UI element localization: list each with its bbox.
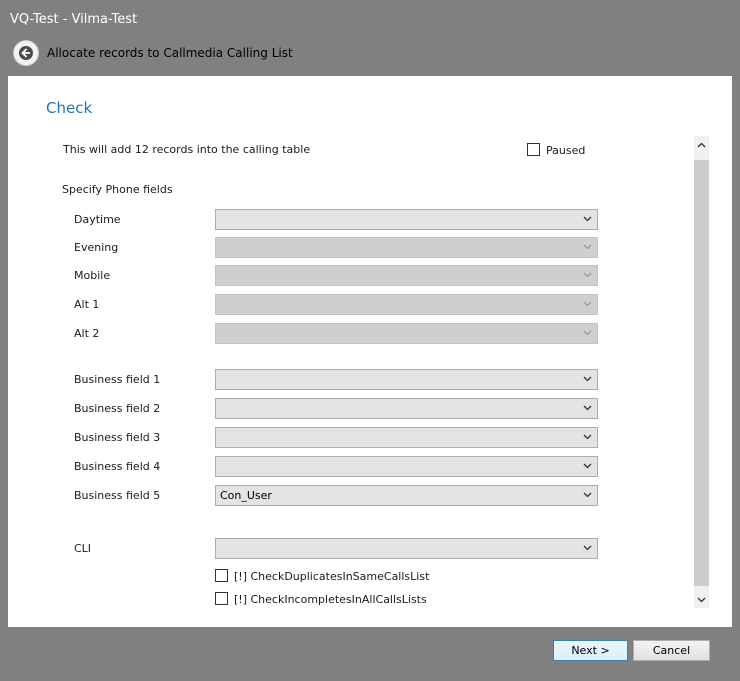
- vertical-scrollbar[interactable]: [694, 136, 709, 608]
- business-field-1-dropdown[interactable]: [215, 369, 598, 390]
- cli-label: CLI: [74, 542, 92, 555]
- cli-dropdown[interactable]: [215, 538, 598, 559]
- scroll-down-button[interactable]: [694, 591, 709, 608]
- phone-field-label-evening: Evening: [74, 241, 119, 254]
- scroll-up-button[interactable]: [694, 136, 709, 153]
- chevron-down-icon: [583, 216, 592, 222]
- business-field-label-3: Business field 3: [74, 431, 161, 444]
- chevron-down-icon: [583, 330, 592, 336]
- cancel-button[interactable]: Cancel: [633, 640, 710, 661]
- back-button[interactable]: [13, 40, 39, 66]
- check-duplicates-checkbox[interactable]: [215, 569, 228, 582]
- chevron-down-icon: [697, 597, 706, 602]
- wizard-title: Allocate records to Callmedia Calling Li…: [47, 46, 293, 60]
- phone-field-alt2-dropdown[interactable]: [215, 323, 598, 344]
- check-duplicates-label: [!] CheckDuplicatesInSameCallsList: [234, 570, 430, 583]
- phone-field-label-alt1: Alt 1: [74, 298, 100, 311]
- chevron-down-icon: [583, 244, 592, 250]
- paused-label: Paused: [546, 144, 586, 157]
- combo-value: Con_User: [220, 489, 272, 502]
- info-text: This will add 12 records into the callin…: [63, 143, 311, 156]
- phone-field-label-alt2: Alt 2: [74, 327, 100, 340]
- business-field-label-2: Business field 2: [74, 402, 161, 415]
- phone-fields-heading: Specify Phone fields: [62, 183, 173, 196]
- phone-field-mobile-dropdown[interactable]: [215, 265, 598, 286]
- wizard-panel: Check This will add 12 records into the …: [8, 76, 732, 627]
- scrollbar-thumb[interactable]: [694, 160, 709, 586]
- phone-field-label-daytime: Daytime: [74, 213, 121, 226]
- back-arrow-icon: [19, 46, 33, 60]
- window-title: VQ-Test - Vilma-Test: [10, 12, 138, 27]
- phone-field-daytime-dropdown[interactable]: [215, 209, 598, 230]
- chevron-down-icon: [583, 272, 592, 278]
- chevron-down-icon: [583, 492, 592, 498]
- phone-field-evening-dropdown[interactable]: [215, 237, 598, 258]
- chevron-up-icon: [697, 142, 706, 147]
- business-field-label-4: Business field 4: [74, 460, 161, 473]
- chevron-down-icon: [583, 434, 592, 440]
- business-field-label-5: Business field 5: [74, 489, 161, 502]
- check-incompletes-label: [!] CheckIncompletesInAllCallsLists: [234, 593, 427, 606]
- phone-field-alt1-dropdown[interactable]: [215, 294, 598, 315]
- chevron-down-icon: [583, 301, 592, 307]
- business-field-label-1: Business field 1: [74, 373, 161, 386]
- chevron-down-icon: [583, 463, 592, 469]
- business-field-5-dropdown[interactable]: Con_User: [215, 485, 598, 506]
- chevron-down-icon: [583, 405, 592, 411]
- phone-field-label-mobile: Mobile: [74, 269, 111, 282]
- check-incompletes-checkbox[interactable]: [215, 592, 228, 605]
- section-title: Check: [46, 99, 93, 117]
- business-field-2-dropdown[interactable]: [215, 398, 598, 419]
- chevron-down-icon: [583, 545, 592, 551]
- business-field-3-dropdown[interactable]: [215, 427, 598, 448]
- paused-checkbox[interactable]: [527, 143, 540, 156]
- chevron-down-icon: [583, 376, 592, 382]
- business-field-4-dropdown[interactable]: [215, 456, 598, 477]
- next-button[interactable]: Next >: [553, 640, 628, 661]
